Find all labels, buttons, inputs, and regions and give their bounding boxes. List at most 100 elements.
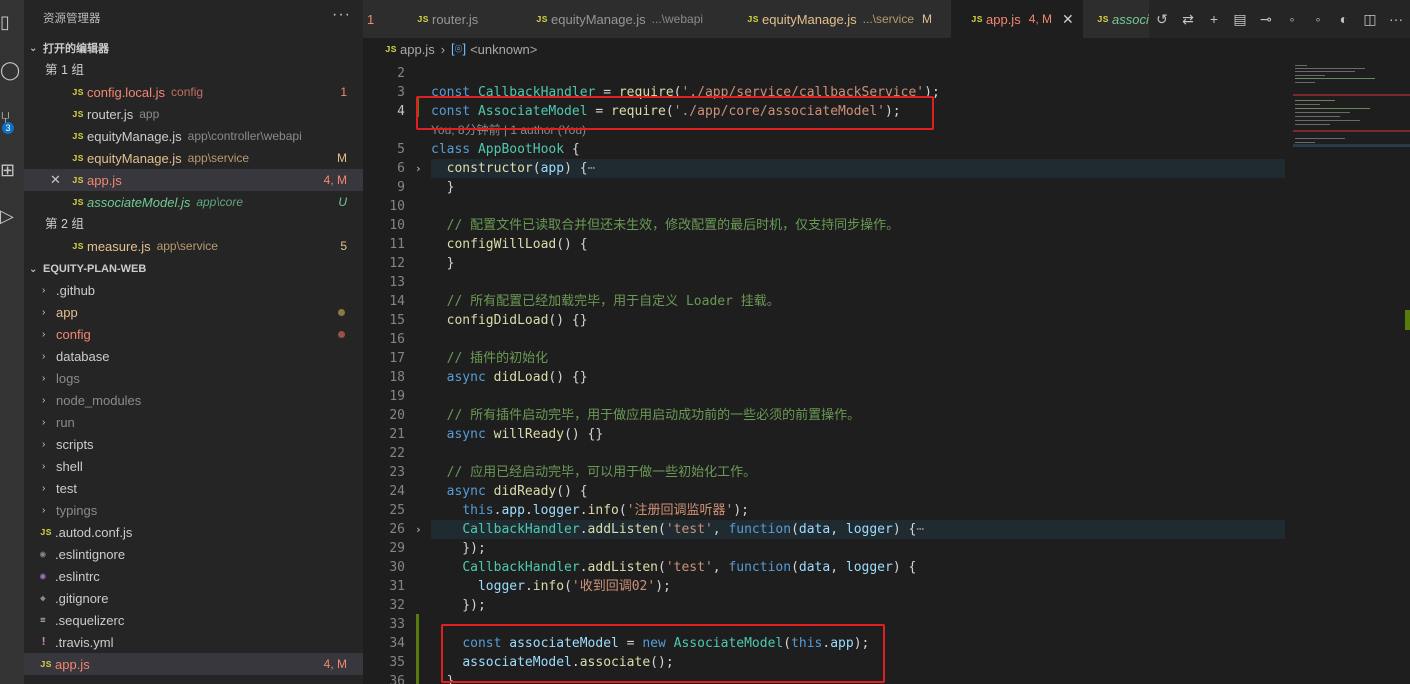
compare-icon[interactable]: ⇄	[1175, 11, 1201, 28]
chevron-right-icon: ›	[42, 328, 46, 340]
code-editor[interactable]: 2 3 const CallbackHandler = require('./ap…	[363, 60, 1285, 684]
folder-item[interactable]: › database	[24, 345, 363, 367]
js-file-icon: JS	[1097, 13, 1109, 25]
code-line: 16	[389, 332, 405, 347]
chevron-right-icon: ›	[42, 504, 46, 516]
breadcrumb-symbol[interactable]: <unknown>	[470, 42, 537, 57]
file-item[interactable]: ◆ .gitignore	[24, 587, 363, 609]
open-editor-item[interactable]: JS config.local.js config 1	[24, 81, 363, 103]
code-line: 21 async willReady() {}	[389, 427, 604, 442]
split-editor-icon[interactable]: ◫	[1357, 11, 1383, 28]
js-file-icon: JS	[72, 86, 84, 98]
timeline-icon[interactable]: ↺	[1149, 11, 1175, 28]
folder-item[interactable]: › .github	[24, 279, 363, 301]
run-debug-icon[interactable]: ▷	[0, 202, 24, 230]
code-line: 11 configWillLoad() {	[389, 237, 588, 252]
chevron-right-icon: ›	[42, 438, 46, 450]
file-item[interactable]: ◉ .eslintrc	[24, 565, 363, 587]
file-item[interactable]: ◉ .eslintignore	[24, 543, 363, 565]
open-editor-item[interactable]: JS router.js app	[24, 103, 363, 125]
folder-item[interactable]: › logs	[24, 367, 363, 389]
code-line: 10	[389, 199, 405, 214]
explorer-icon[interactable]: ▯	[0, 8, 24, 36]
chevron-right-icon: ›	[42, 284, 46, 296]
chevron-down-icon: ⌄	[29, 42, 38, 54]
more-icon[interactable]: ···	[1383, 11, 1409, 27]
highlight-box-associate	[441, 624, 885, 683]
chevron-right-icon: ›	[42, 350, 46, 362]
code-line: 5 class AppBootHook {	[397, 142, 580, 157]
next-change-icon[interactable]: ◦	[1305, 11, 1331, 27]
file-item[interactable]: JS .autod.conf.js	[24, 521, 363, 543]
explorer-sidebar: 资源管理器 ··· ⌄ 打开的编辑器 第 1 组 JS config.local…	[24, 0, 363, 684]
code-line: 10 // 配置文件已读取合并但还未生效，修改配置的最后时机，仅支持同步操作。	[389, 218, 900, 233]
search-icon[interactable]: ◯	[0, 56, 24, 84]
code-line: 29 });	[389, 541, 486, 556]
more-actions-button[interactable]: ···	[332, 6, 351, 24]
file-item-active[interactable]: JS app.js 4, M	[24, 653, 363, 675]
chevron-right-icon: ›	[42, 482, 46, 494]
open-editors-header[interactable]: ⌄ 打开的编辑器	[24, 37, 363, 59]
chevron-down-icon: ⌄	[29, 263, 38, 275]
chevron-right-icon: ›	[42, 372, 46, 384]
code-line: 19	[389, 389, 405, 404]
code-line: 6 › constructor(app) {⋯	[397, 159, 596, 178]
js-file-icon: JS	[971, 13, 983, 25]
open-editor-item[interactable]: JS associateModel.js app\core U	[24, 191, 363, 213]
folder-item[interactable]: › node_modules	[24, 389, 363, 411]
open-editor-item[interactable]: JS equityManage.js app\controller\webapi	[24, 125, 363, 147]
code-line: 25 this.app.logger.info('注册回调监听器');	[389, 503, 750, 518]
fold-icon[interactable]: ›	[415, 159, 422, 178]
js-file-icon: JS	[72, 108, 84, 120]
code-line: 20 // 所有插件启动完毕，用于做应用启动成功前的一些必须的前置操作。	[389, 408, 861, 423]
folder-item[interactable]: › config	[24, 323, 363, 345]
yaml-icon: !	[40, 635, 48, 649]
folder-item[interactable]: › scripts	[24, 433, 363, 455]
eslint-icon: ◉	[40, 570, 46, 582]
git-commit-icon[interactable]: ⊸	[1253, 11, 1279, 28]
chevron-right-icon: ›	[42, 394, 46, 406]
folder-item[interactable]: › shell	[24, 455, 363, 477]
folder-item[interactable]: › test	[24, 477, 363, 499]
code-line: 23 // 应用已经启动完毕，可以用于做一些初始化工作。	[389, 465, 757, 480]
code-line: 13	[389, 275, 405, 290]
code-line: 32 });	[389, 598, 486, 613]
activity-bar: ▯ ◯ ⑂ 3 ⊞ ▷	[0, 0, 24, 684]
fold-icon[interactable]: ›	[415, 520, 422, 539]
eslint-icon: ◉	[40, 548, 46, 560]
js-file-icon: JS	[747, 13, 759, 25]
scrollbar-git-marker	[1405, 310, 1410, 330]
open-editor-item-active[interactable]: ✕ JS app.js 4, M	[24, 169, 363, 191]
close-icon[interactable]: ✕	[50, 172, 61, 188]
js-file-icon: JS	[417, 13, 429, 25]
tab[interactable]: 1	[363, 0, 406, 38]
js-file-icon: JS	[72, 240, 84, 252]
js-file-icon: JS	[72, 130, 84, 142]
js-file-icon: JS	[72, 196, 84, 208]
folder-item[interactable]: › app	[24, 301, 363, 323]
folder-item[interactable]: › run	[24, 411, 363, 433]
tab[interactable]: JS equityManage.js ...\webapi	[522, 0, 732, 38]
tab[interactable]: JS router.js	[403, 0, 535, 38]
toggle-blame-icon[interactable]: ◐	[1331, 11, 1357, 27]
tab[interactable]: JS equityManage.js ...\service M	[719, 0, 978, 38]
file-item[interactable]: ! .travis.yml	[24, 631, 363, 653]
chevron-right-icon: ›	[42, 306, 46, 318]
open-changes-icon[interactable]: ▤	[1227, 11, 1253, 28]
project-header[interactable]: ⌄ EQUITY-PLAN-WEB	[24, 258, 363, 280]
breadcrumb-file[interactable]: app.js	[400, 42, 435, 57]
open-editor-item[interactable]: JS measure.js app\service 5	[24, 235, 363, 257]
tab-active[interactable]: JS app.js 4, M ✕	[951, 0, 1102, 38]
extensions-icon[interactable]: ⊞	[0, 156, 24, 184]
chevron-right-icon: ›	[42, 416, 46, 428]
add-icon[interactable]: +	[1201, 11, 1227, 27]
minimap[interactable]	[1285, 60, 1410, 684]
modified-dot	[338, 308, 345, 316]
open-editor-item[interactable]: JS equityManage.js app\service M	[24, 147, 363, 169]
folder-item[interactable]: › typings	[24, 499, 363, 521]
previous-change-icon[interactable]: ◦	[1279, 11, 1305, 27]
close-icon[interactable]: ✕	[1062, 11, 1074, 28]
file-item[interactable]: ≡ .sequelizerc	[24, 609, 363, 631]
code-line: 18 async didLoad() {}	[389, 370, 588, 385]
editor-group-2: 第 2 组	[45, 217, 84, 231]
